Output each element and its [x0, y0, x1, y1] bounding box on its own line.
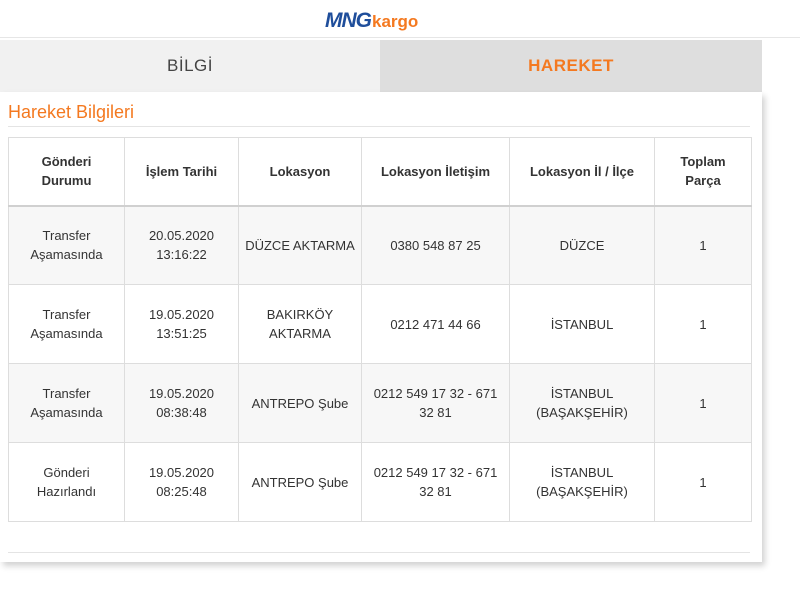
cell-parts: 1 — [654, 284, 752, 364]
panel-title: Hareket Bilgileri — [8, 102, 135, 122]
panel-bottom-divider — [8, 552, 750, 553]
header-divider — [0, 37, 800, 38]
tab-bar: BİLGİ HAREKET — [0, 40, 762, 104]
column-header-parts: Toplam Parça — [654, 137, 752, 207]
cell-contact: 0212 549 17 32 - 671 32 81 — [361, 363, 510, 443]
table-row: Transfer Aşamasında 20.05.2020 13:16:22 … — [8, 205, 752, 285]
cell-date: 19.05.2020 08:25:48 — [124, 442, 239, 522]
column-header-date: İşlem Tarihi — [124, 137, 239, 207]
cell-contact: 0212 471 44 66 — [361, 284, 510, 364]
table-row: Transfer Aşamasında 19.05.2020 08:38:48 … — [8, 363, 752, 443]
cell-parts: 1 — [654, 442, 752, 522]
table-header-row: Gönderi Durumu İşlem Tarihi Lokasyon Lok… — [8, 137, 752, 207]
cell-date: 19.05.2020 08:38:48 — [124, 363, 239, 443]
column-header-location: Lokasyon — [238, 137, 362, 207]
cell-contact: 0212 549 17 32 - 671 32 81 — [361, 442, 510, 522]
movement-table: Gönderi Durumu İşlem Tarihi Lokasyon Lok… — [8, 137, 752, 522]
cell-parts: 1 — [654, 205, 752, 285]
cell-status: Transfer Aşamasında — [8, 284, 125, 364]
cell-parts: 1 — [654, 363, 752, 443]
cell-date: 19.05.2020 13:51:25 — [124, 284, 239, 364]
cell-city: İSTANBUL — [509, 284, 655, 364]
cell-location: BAKIRKÖY AKTARMA — [238, 284, 362, 364]
mng-kargo-logo[interactable]: MNGkargo — [325, 9, 440, 35]
table-row: Gönderi Hazırlandı 19.05.2020 08:25:48 A… — [8, 442, 752, 522]
movement-panel: Hareket Bilgileri Gönderi Durumu İşlem T… — [0, 92, 762, 562]
column-header-status: Gönderi Durumu — [8, 137, 125, 207]
panel-title-divider — [8, 126, 750, 127]
column-header-contact: Lokasyon İletişim — [361, 137, 510, 207]
tab-hareket[interactable]: HAREKET — [380, 40, 762, 104]
cell-location: DÜZCE AKTARMA — [238, 205, 362, 285]
cell-status: Transfer Aşamasında — [8, 205, 125, 285]
tab-bilgi[interactable]: BİLGİ — [0, 40, 380, 92]
table-row: Transfer Aşamasında 19.05.2020 13:51:25 … — [8, 284, 752, 364]
cell-contact: 0380 548 87 25 — [361, 205, 510, 285]
cell-city: DÜZCE — [509, 205, 655, 285]
cell-status: Gönderi Hazırlandı — [8, 442, 125, 522]
cell-city: İSTANBUL (BAŞAKŞEHİR) — [509, 442, 655, 522]
cell-city: İSTANBUL (BAŞAKŞEHİR) — [509, 363, 655, 443]
cell-status: Transfer Aşamasında — [8, 363, 125, 443]
logo-mng-text: MNG — [325, 9, 372, 32]
cell-location: ANTREPO Şube — [238, 442, 362, 522]
cell-location: ANTREPO Şube — [238, 363, 362, 443]
logo-kargo-text: kargo — [372, 12, 419, 31]
cell-date: 20.05.2020 13:16:22 — [124, 205, 239, 285]
column-header-city: Lokasyon İl / İlçe — [509, 137, 655, 207]
